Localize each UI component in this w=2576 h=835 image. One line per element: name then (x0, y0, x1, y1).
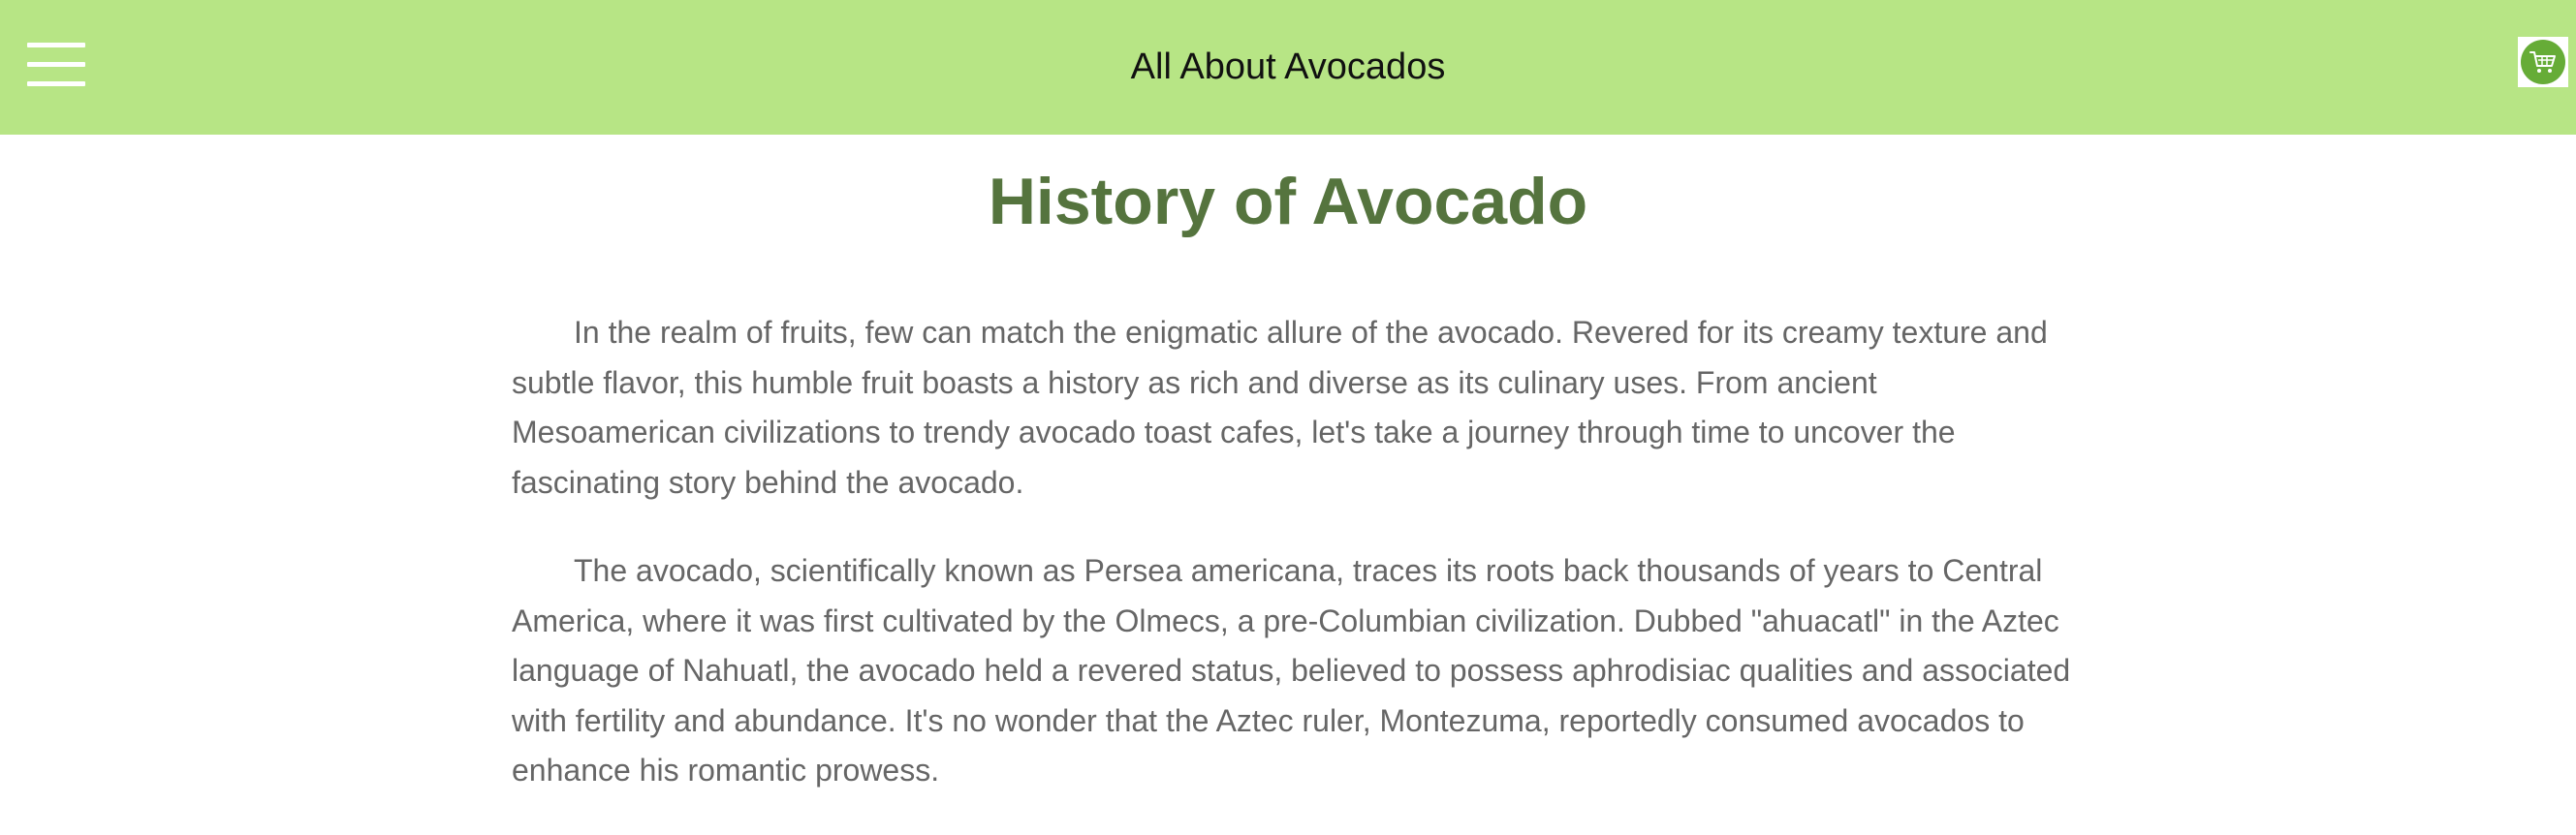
site-title: All About Avocados (1130, 46, 1446, 87)
article-body: In the realm of fruits, few can match th… (512, 308, 2072, 835)
top-bar: All About Avocados (0, 0, 2576, 135)
paragraph: In the realm of fruits, few can match th… (512, 315, 2048, 500)
shopping-cart-icon (2529, 51, 2556, 73)
page-title: History of Avocado (988, 165, 1588, 238)
paragraph: The avocado, scientifically known as Per… (512, 553, 2071, 788)
cart-button[interactable] (2518, 37, 2568, 87)
